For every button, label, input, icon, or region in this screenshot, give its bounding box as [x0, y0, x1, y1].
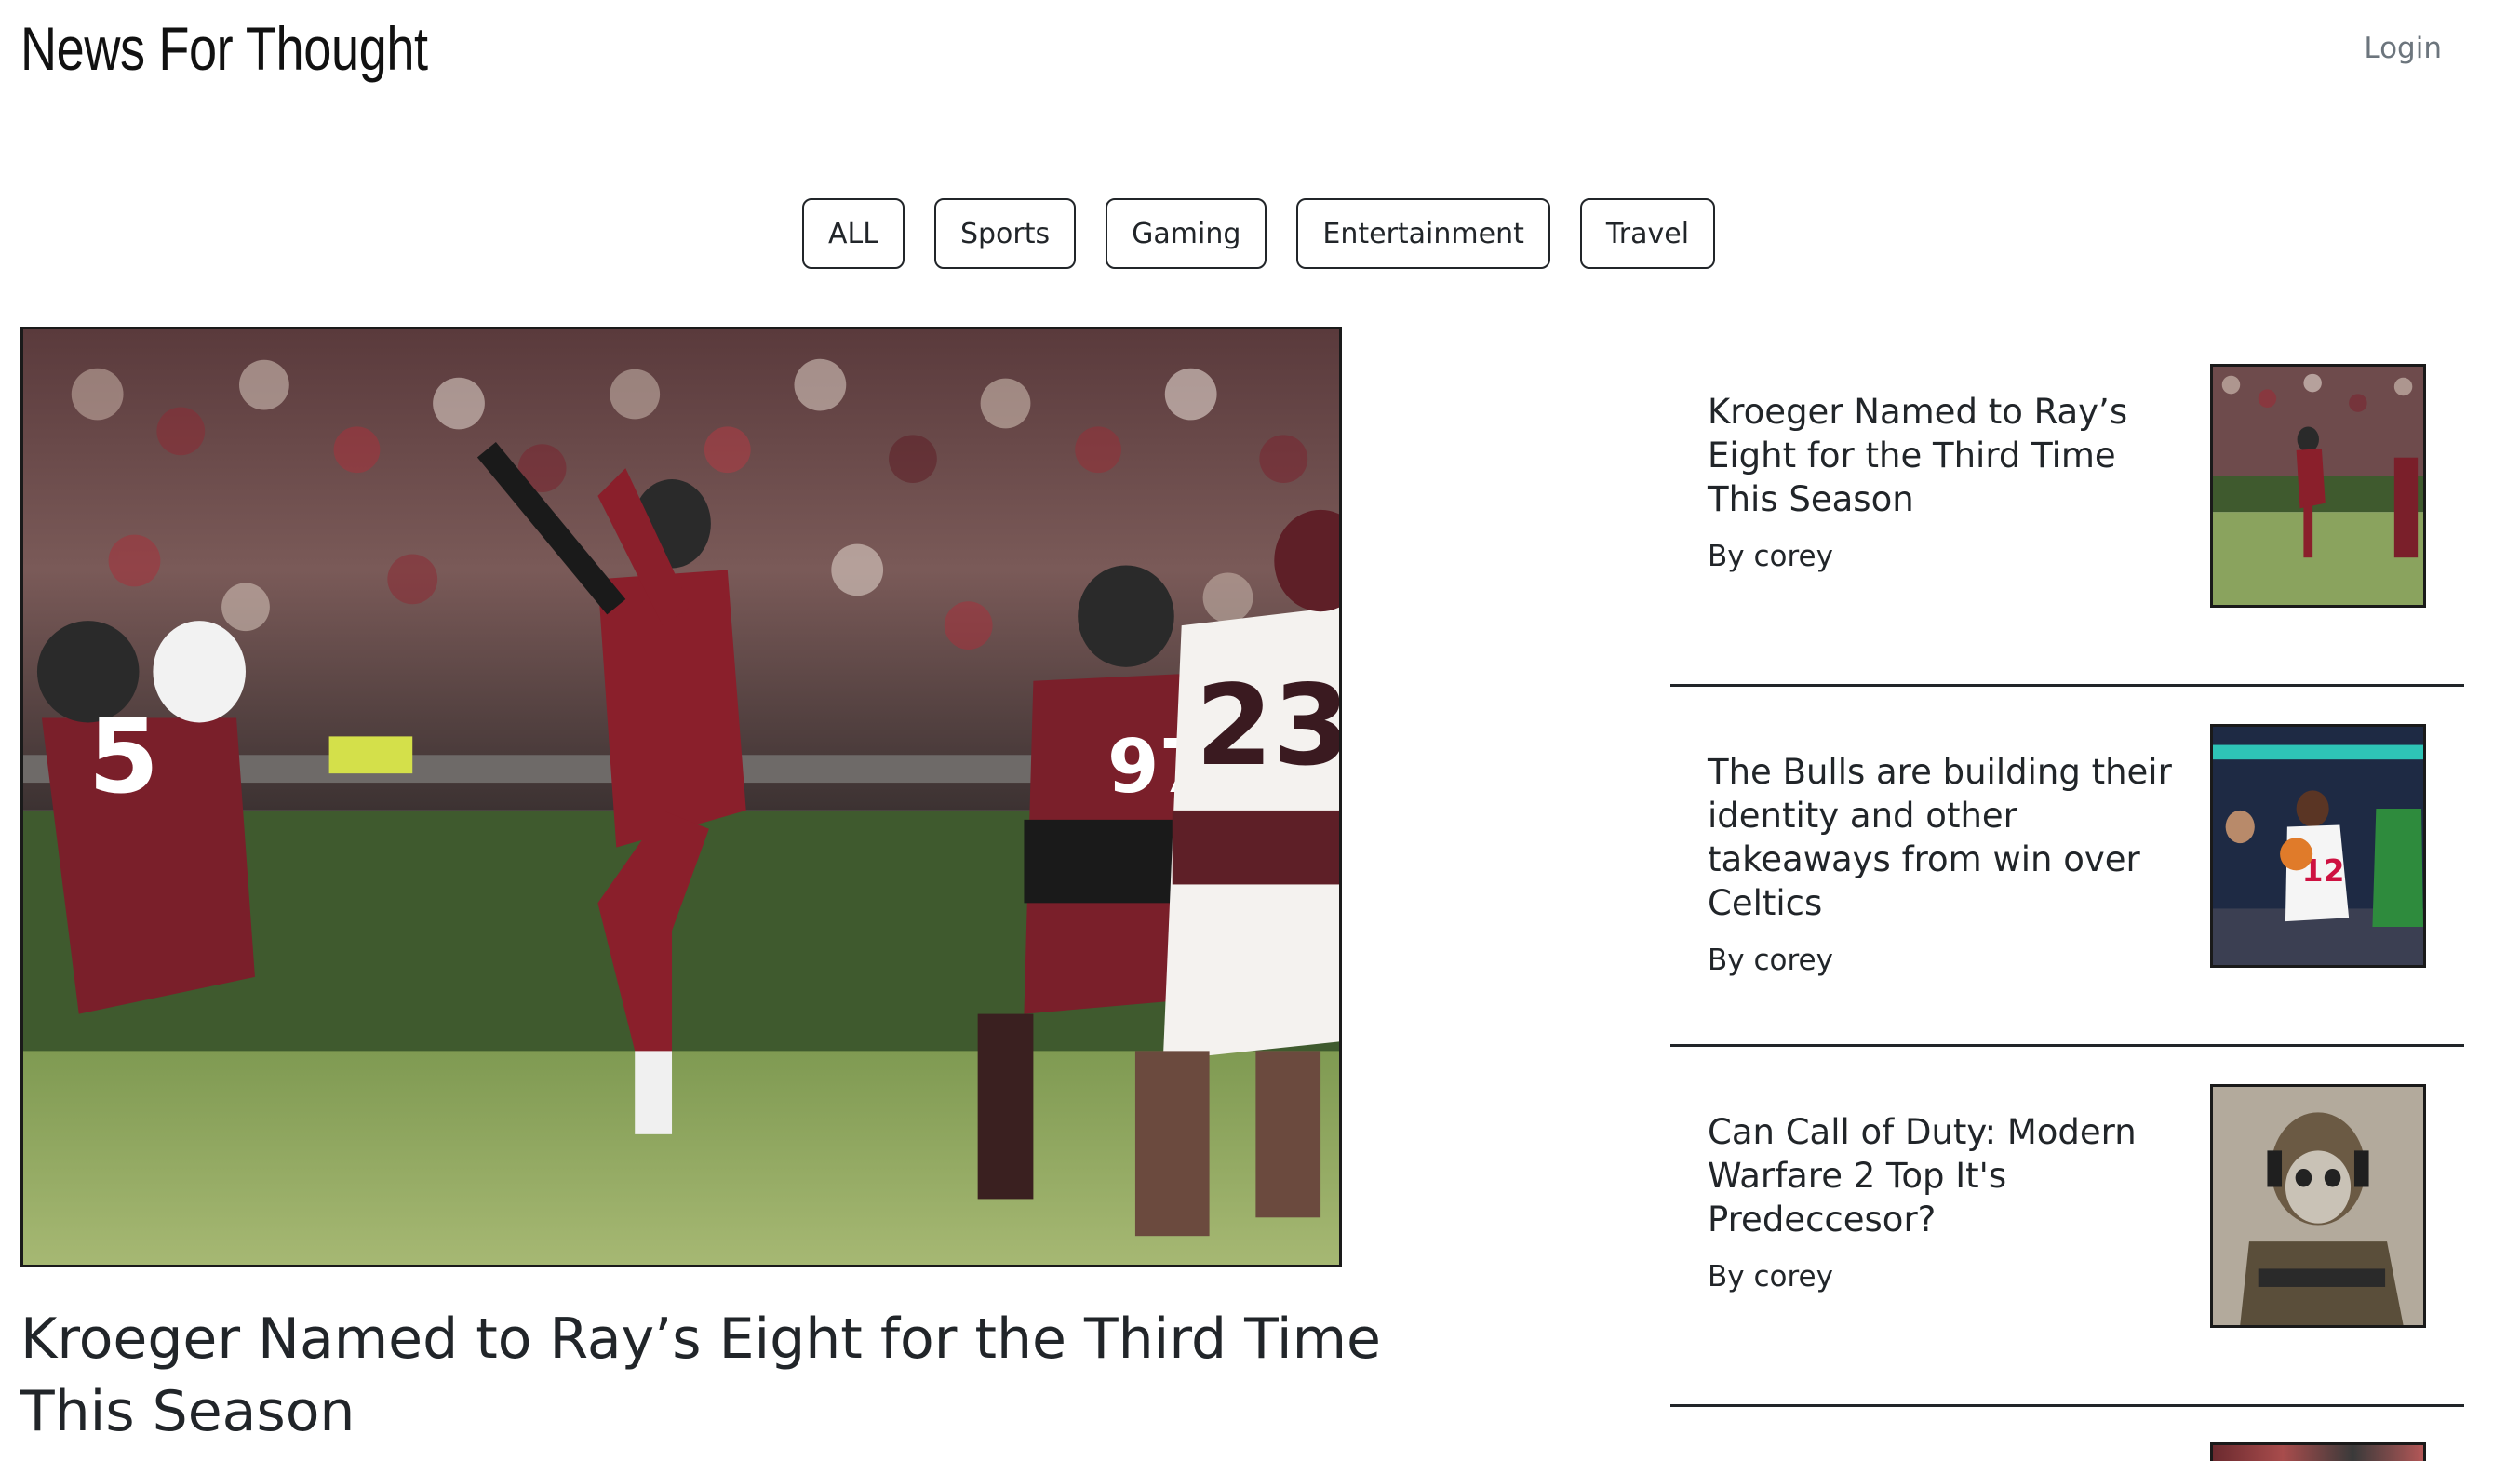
article-card[interactable]: Can Call of Duty: Modern Warfare 2 Top I…	[1670, 1047, 2464, 1407]
article-thumbnail[interactable]	[2210, 364, 2426, 608]
football-kicker-photo: 5 97 23	[23, 329, 1339, 1265]
login-link[interactable]: Login	[2364, 32, 2442, 65]
article-card-text: The Bulls are building their identity an…	[1708, 750, 2192, 977]
basketball-thumbnail: 12	[2213, 727, 2423, 965]
article-card[interactable]: Kroeger Named to Ray’s Eight for the Thi…	[1670, 327, 2464, 687]
featured-article-image[interactable]: 5 97 23	[20, 327, 1342, 1267]
article-author: By corey	[1708, 1260, 1833, 1293]
site-title[interactable]: News For Thought	[20, 13, 428, 84]
filter-travel-button[interactable]: Travel	[1579, 198, 1716, 269]
article-thumbnail[interactable]: 12	[2210, 724, 2426, 968]
article-title[interactable]: Can Call of Duty: Modern Warfare 2 Top I…	[1708, 1110, 2192, 1241]
filter-entertainment-button[interactable]: Entertainment	[1296, 198, 1550, 269]
article-author: By corey	[1708, 540, 1833, 573]
svg-text:5: 5	[88, 697, 159, 816]
featured-article-title[interactable]: Kroeger Named to Ray’s Eight for the Thi…	[20, 1303, 1472, 1448]
article-card[interactable]: The Bulls are building their identity an…	[1670, 687, 2464, 1047]
filter-all-button[interactable]: ALL	[802, 198, 905, 269]
article-title[interactable]: Kroeger Named to Ray’s Eight for the Thi…	[1708, 390, 2192, 521]
svg-text:23: 23	[1196, 662, 1339, 791]
football-kicker-thumbnail	[2213, 367, 2423, 605]
category-filters: ALL Sports Gaming Entertainment Travel	[802, 198, 1716, 269]
article-card-text: Kroeger Named to Ray’s Eight for the Thi…	[1708, 390, 2192, 573]
article-title[interactable]: The Bulls are building their identity an…	[1708, 750, 2192, 925]
article-author: By corey	[1708, 944, 1833, 977]
article-card-text: Can Call of Duty: Modern Warfare 2 Top I…	[1708, 1110, 2192, 1293]
soldier-thumbnail	[2213, 1087, 2423, 1325]
article-thumbnail-partial[interactable]	[2210, 1442, 2426, 1461]
filter-gaming-button[interactable]: Gaming	[1106, 198, 1267, 269]
filter-sports-button[interactable]: Sports	[933, 198, 1077, 269]
article-list: Kroeger Named to Ray’s Eight for the Thi…	[1670, 327, 2464, 1407]
article-thumbnail[interactable]	[2210, 1084, 2426, 1328]
